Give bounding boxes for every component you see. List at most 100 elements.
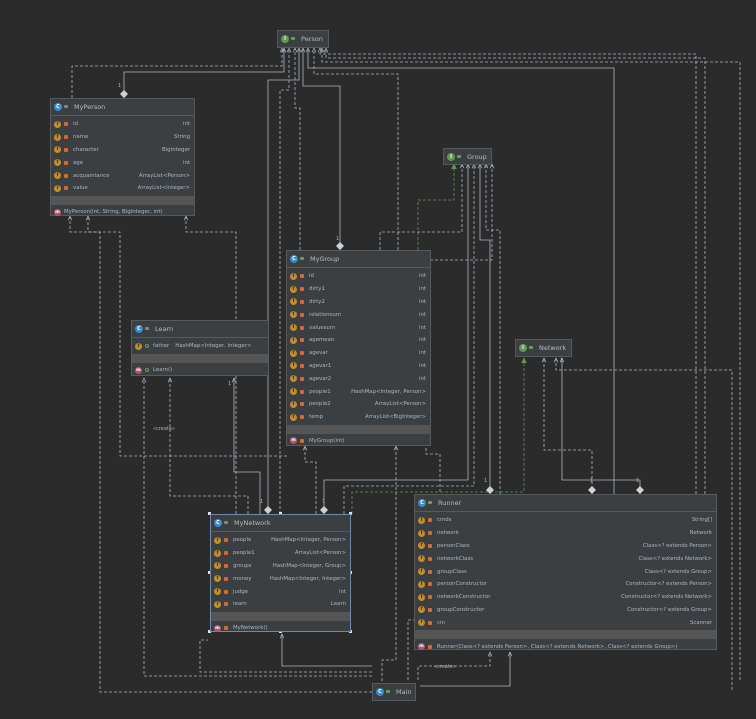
runner-class[interactable]: C Runner f cmds String[] f network Network f…	[414, 494, 717, 653]
private-icon	[224, 589, 228, 594]
myperson-class[interactable]: C MyPerson f id int f name String f character…	[50, 98, 195, 216]
method-row[interactable]: m Learn()	[132, 364, 268, 377]
field-icon: f	[418, 555, 425, 563]
field-row[interactable]: f dirty2 int	[287, 296, 430, 309]
private-icon	[300, 415, 304, 420]
field-name: character	[73, 146, 99, 153]
field-type: int	[418, 298, 426, 305]
person-interface[interactable]: I Person	[277, 30, 329, 48]
private-icon	[300, 376, 304, 381]
field-icon: f	[54, 120, 61, 128]
public-icon	[386, 689, 392, 695]
class-name: Network	[539, 344, 567, 352]
class-icon: C	[418, 499, 426, 507]
field-row[interactable]: f agevar2 int	[287, 372, 430, 385]
dep-main-mygroup	[381, 446, 396, 686]
field-row[interactable]: f id int	[287, 270, 430, 283]
field-row[interactable]: f people HashMap<Integer, Person>	[211, 534, 350, 547]
field-row[interactable]: f cin Scanner	[415, 616, 716, 629]
field-row[interactable]: f people1 ArrayList<Person>	[211, 547, 350, 560]
public-icon	[145, 326, 151, 332]
field-icon: f	[54, 159, 61, 167]
field-name: people1	[233, 550, 255, 557]
field-row[interactable]: f temp ArrayList<BigInteger>	[287, 411, 430, 424]
mygroup-class[interactable]: C MyGroup f id int f dirty1 int f dirty2 int f…	[286, 250, 431, 446]
learn-class[interactable]: C Learn f father HashMap<Integer, Integer>…	[131, 320, 269, 376]
diamond-runner-1	[486, 486, 494, 494]
method-row[interactable]: m Runner(Class<? extends Person>, Class<?…	[415, 640, 716, 653]
field-row[interactable]: f value ArrayList<Integer>	[51, 182, 194, 195]
public-icon	[224, 520, 230, 526]
field-icon: f	[214, 562, 221, 570]
field-type: ArrayList<BigInteger>	[365, 414, 426, 421]
create-stereotype: «create»	[434, 664, 456, 670]
field-row[interactable]: f networkConstructor Constructor<? extends…	[415, 591, 716, 604]
field-name: networkClass	[437, 555, 474, 562]
network-interface[interactable]: I Network	[515, 339, 572, 357]
field-row[interactable]: f age int	[51, 156, 194, 169]
mynetwork-class[interactable]: C MyNetwork f people HashMap<Integer, Pers…	[210, 514, 351, 632]
field-row[interactable]: f groups HashMap<Integer, Group>	[211, 560, 350, 573]
private-icon	[224, 551, 228, 556]
class-name: MyPerson	[74, 103, 106, 111]
field-row[interactable]: f money HashMap<Integer, Integer>	[211, 572, 350, 585]
field-row[interactable]: f valuesum int	[287, 321, 430, 334]
field-row[interactable]: f father HashMap<Integer, Integer>	[132, 340, 268, 353]
field-row[interactable]: f cmds String[]	[415, 514, 716, 527]
field-list: f cmds String[] f network Network f personCla…	[415, 512, 716, 629]
field-row[interactable]: f groupClass Class<? extends Group>	[415, 565, 716, 578]
field-name: acquaintance	[73, 172, 110, 179]
field-name: people1	[309, 388, 331, 395]
dep-runner-group	[486, 164, 501, 494]
field-row[interactable]: f id int	[51, 118, 194, 131]
field-row[interactable]: f personConstructor Constructor<? extends …	[415, 578, 716, 591]
field-type: Scanner	[689, 619, 712, 626]
field-name: people	[233, 537, 252, 544]
group-interface[interactable]: I Group	[443, 148, 492, 165]
field-row[interactable]: f people2 ArrayList<Person>	[287, 398, 430, 411]
field-name: dirty2	[309, 298, 325, 305]
field-type: Class<? extends Group>	[644, 568, 712, 575]
method-row[interactable]: m MyNetwork()	[211, 622, 350, 635]
field-row[interactable]: f networkClass Class<? extends Network>	[415, 552, 716, 565]
dep-mynetwork-mygroup	[305, 446, 317, 514]
field-row[interactable]: f agevar int	[287, 347, 430, 360]
method-row[interactable]: m MyPerson(int, String, BigInteger, int)	[51, 206, 194, 219]
field-name: learn	[233, 601, 247, 608]
class-icon: C	[376, 688, 384, 696]
field-row[interactable]: f network Network	[415, 527, 716, 540]
field-icon: f	[290, 311, 297, 319]
private-icon	[64, 122, 68, 127]
field-type: int	[418, 311, 426, 318]
interface-icon: I	[447, 152, 455, 161]
class-name: Group	[467, 152, 487, 161]
field-row[interactable]: f character BigInteger	[51, 144, 194, 157]
field-row[interactable]: f groupConstructor Constructor<? extends G…	[415, 604, 716, 617]
field-icon: f	[214, 600, 221, 608]
field-name: networkConstructor	[437, 594, 491, 601]
private-icon	[300, 325, 304, 330]
field-row[interactable]: f name String	[51, 131, 194, 144]
method-row[interactable]: m MyGroup(int)	[287, 435, 430, 448]
field-row[interactable]: f people1 HashMap<Integer, Person>	[287, 385, 430, 398]
field-icon: f	[418, 606, 425, 614]
field-row[interactable]: f dirty1 int	[287, 283, 430, 296]
field-name: relationsum	[309, 311, 342, 318]
class-icon: C	[290, 255, 298, 263]
field-row[interactable]: f agevar1 int	[287, 360, 430, 373]
field-type: Class<? extends Network>	[638, 555, 713, 562]
field-row[interactable]: f personClass Class<? extends Person>	[415, 540, 716, 553]
class-icon: C	[135, 325, 143, 333]
field-row[interactable]: f acquaintance ArrayList<Person>	[51, 169, 194, 182]
public-icon	[428, 500, 434, 506]
field-icon: f	[214, 549, 221, 557]
field-row[interactable]: f judge int	[211, 585, 350, 598]
field-row[interactable]: f agemean int	[287, 334, 430, 347]
private-icon	[300, 299, 304, 304]
field-row[interactable]: f relationsum int	[287, 308, 430, 321]
field-row[interactable]: f learn Learn	[211, 598, 350, 611]
field-name: agevar	[309, 350, 328, 357]
private-icon	[64, 135, 68, 140]
field-type: Learn	[330, 601, 346, 608]
main-class[interactable]: C Main	[372, 683, 416, 701]
